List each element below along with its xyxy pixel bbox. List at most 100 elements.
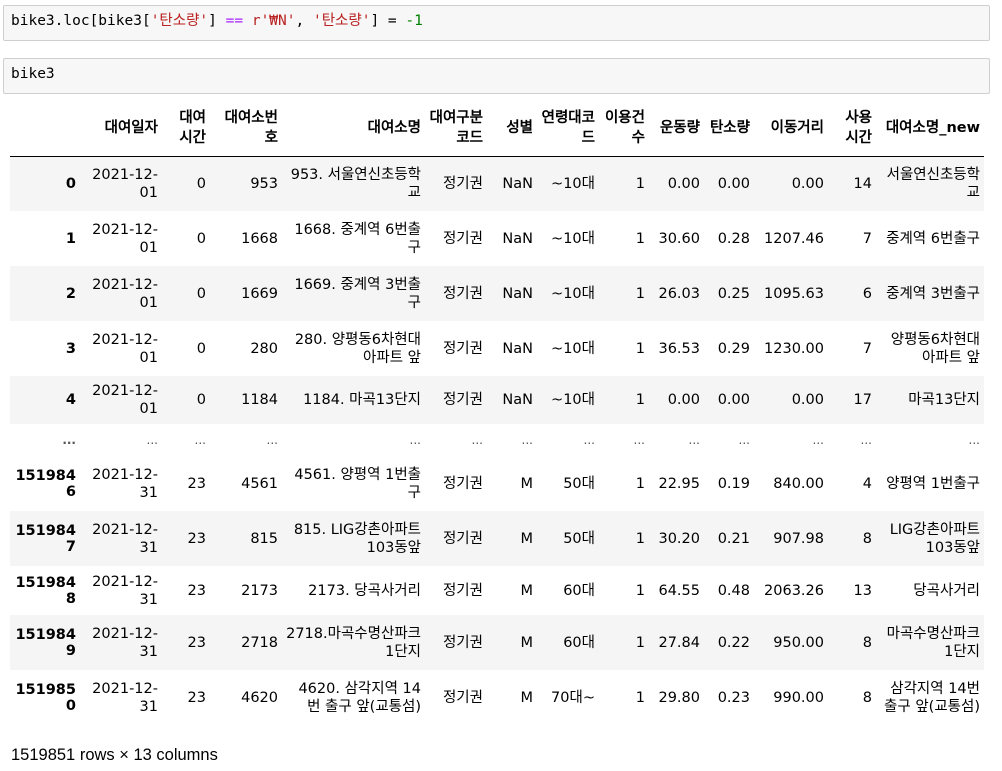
table-cell: LIG강촌아파트 103동앞 [889, 521, 980, 556]
index-header [10, 101, 80, 157]
table-cell: 1 [635, 530, 645, 547]
code-text: ] = [370, 13, 406, 29]
table-cell: 23 [187, 689, 206, 706]
table-cell: 23 [187, 634, 206, 651]
table-cell: ... [860, 433, 872, 447]
table-row: 1519850 2021-12-31 23 4620 4620. 삼각지역 14번 출구… [10, 670, 984, 725]
code-cell-assign[interactable]: bike3.loc[bike3['탄소량'] == r'₩N', '탄소량'] … [3, 5, 990, 41]
dataframe-shape-summary: 1519851 rows × 13 columns [11, 746, 218, 764]
table-cell: 2021-12-31 [92, 521, 158, 556]
code-text: bike3.loc[bike3[ [11, 13, 151, 29]
table-cell: 2173. 당곡사거리 [308, 582, 421, 599]
table-cell: 1 [635, 230, 645, 247]
table-cell: 13 [853, 582, 872, 599]
table-cell: 중계역 3번출구 [886, 285, 980, 302]
table-cell: 정기권 [442, 634, 483, 651]
table-cell: M [520, 689, 533, 706]
row-index: 1 [65, 230, 76, 247]
row-index: 0 [65, 175, 76, 192]
code-text: bike3 [11, 66, 55, 82]
table-cell: 2021-12-31 [92, 573, 158, 608]
table-cell: 815 [250, 530, 278, 547]
table-cell: ... [409, 433, 421, 447]
table-cell: 0.19 [717, 475, 750, 492]
table-cell: NaN [502, 392, 533, 408]
table-cell: 0.00 [717, 392, 750, 408]
table-cell: 30.60 [658, 230, 700, 247]
table-cell: 0.48 [717, 582, 750, 599]
table-cell: 1 [635, 175, 645, 192]
table-cell: 907.98 [773, 530, 824, 547]
table-cell: 2021-12-31 [92, 680, 158, 715]
table-cell: 정기권 [442, 175, 483, 192]
table-cell: ~10대 [551, 392, 595, 408]
table-cell: ... [738, 433, 750, 447]
table-cell: 6 [862, 285, 872, 302]
table-cell: 2718.마곡수명산파크1단지 [286, 625, 421, 660]
table-cell: ... [521, 433, 533, 447]
table-cell: 정기권 [442, 340, 483, 357]
table-cell: 70대~ [551, 689, 595, 706]
table-cell: 50대 [563, 475, 595, 492]
dataframe-table: 대여일자 대여시간 대여소번호 대여소명 대여구분코드 성별 연령대코드 이용건수 운동량 탄소량… [10, 101, 984, 725]
table-cell: 4620. 삼각지역 14번 출구 앞(교통섬) [298, 680, 421, 715]
table-cell: 4561. 양평역 1번출구 [294, 466, 421, 501]
table-cell: 0.28 [717, 230, 750, 247]
table-ellipsis-row: ........................................… [10, 424, 984, 456]
row-index: 1519847 [15, 522, 76, 555]
table-cell: 30.20 [658, 530, 700, 547]
row-index: 1519846 [15, 467, 76, 500]
table-cell: ~10대 [551, 230, 595, 247]
code-cell-display[interactable]: bike3 [3, 58, 990, 94]
table-cell: 서울연신초등학교 [886, 166, 980, 201]
table-cell: 23 [187, 582, 206, 599]
table-cell: ~10대 [551, 340, 595, 357]
table-cell: 17 [853, 392, 872, 408]
table-row: 1519849 2021-12-31 23 2718 2718.마곡수명산파크1단지 정기… [10, 615, 984, 670]
table-cell: ... [194, 433, 206, 447]
table-cell: 삼각지역 14번 출구 앞(교통섬) [884, 680, 980, 715]
table-cell: ... [583, 433, 595, 447]
table-cell: 0.00 [791, 175, 824, 192]
code-operator: == [225, 13, 244, 29]
table-cell: 2021-12-01 [92, 331, 158, 366]
row-index: 1519850 [15, 681, 76, 714]
table-cell: 0.23 [717, 689, 750, 706]
column-header: 탄소량 [704, 101, 754, 157]
table-cell: NaN [502, 230, 533, 247]
row-index: 3 [65, 340, 76, 357]
table-cell: 14 [853, 175, 872, 192]
table-cell: 0.00 [667, 392, 700, 408]
table-cell: 1184 [241, 392, 278, 408]
table-cell: 0.21 [717, 530, 750, 547]
table-cell: 0.29 [717, 340, 750, 357]
table-cell: 2021-12-31 [92, 625, 158, 660]
table-body: 0 2021-12-01 0 953 953. 서울연신초등학교 정기권 NaN ~10대 1 0… [10, 156, 984, 725]
table-cell: 2718 [241, 634, 278, 651]
row-index: 2 [65, 285, 76, 302]
column-header: 대여소명_new [876, 101, 984, 157]
table-cell: 2173 [241, 582, 278, 599]
table-cell: ~10대 [551, 285, 595, 302]
row-index: 1519848 [15, 574, 76, 607]
table-cell: NaN [502, 175, 533, 192]
table-cell: 840.00 [773, 475, 824, 492]
table-cell: ... [688, 433, 700, 447]
table-row: 3 2021-12-01 0 280 280. 양평동6차현대아파트 앞 정기권 NaN ~1… [10, 321, 984, 376]
code-string: '탄소량' [150, 13, 209, 29]
table-cell: 0.00 [791, 392, 824, 408]
table-cell: 양평동6차현대아파트 앞 [890, 331, 980, 366]
table-cell: 2063.26 [764, 582, 824, 599]
table-cell: ... [633, 433, 645, 447]
table-cell: 0 [196, 230, 206, 247]
table-cell: 50대 [563, 530, 595, 547]
table-cell: 정기권 [442, 689, 483, 706]
table-cell: ... [968, 433, 980, 447]
table-cell: NaN [502, 340, 533, 357]
table-cell: 1095.63 [764, 285, 824, 302]
row-index: 4 [65, 392, 76, 408]
table-cell: 60대 [563, 582, 595, 599]
table-cell: 마곡수명산파크1단지 [886, 625, 980, 660]
table-header-row: 대여일자 대여시간 대여소번호 대여소명 대여구분코드 성별 연령대코드 이용건수 운동량 탄소량… [10, 101, 984, 157]
